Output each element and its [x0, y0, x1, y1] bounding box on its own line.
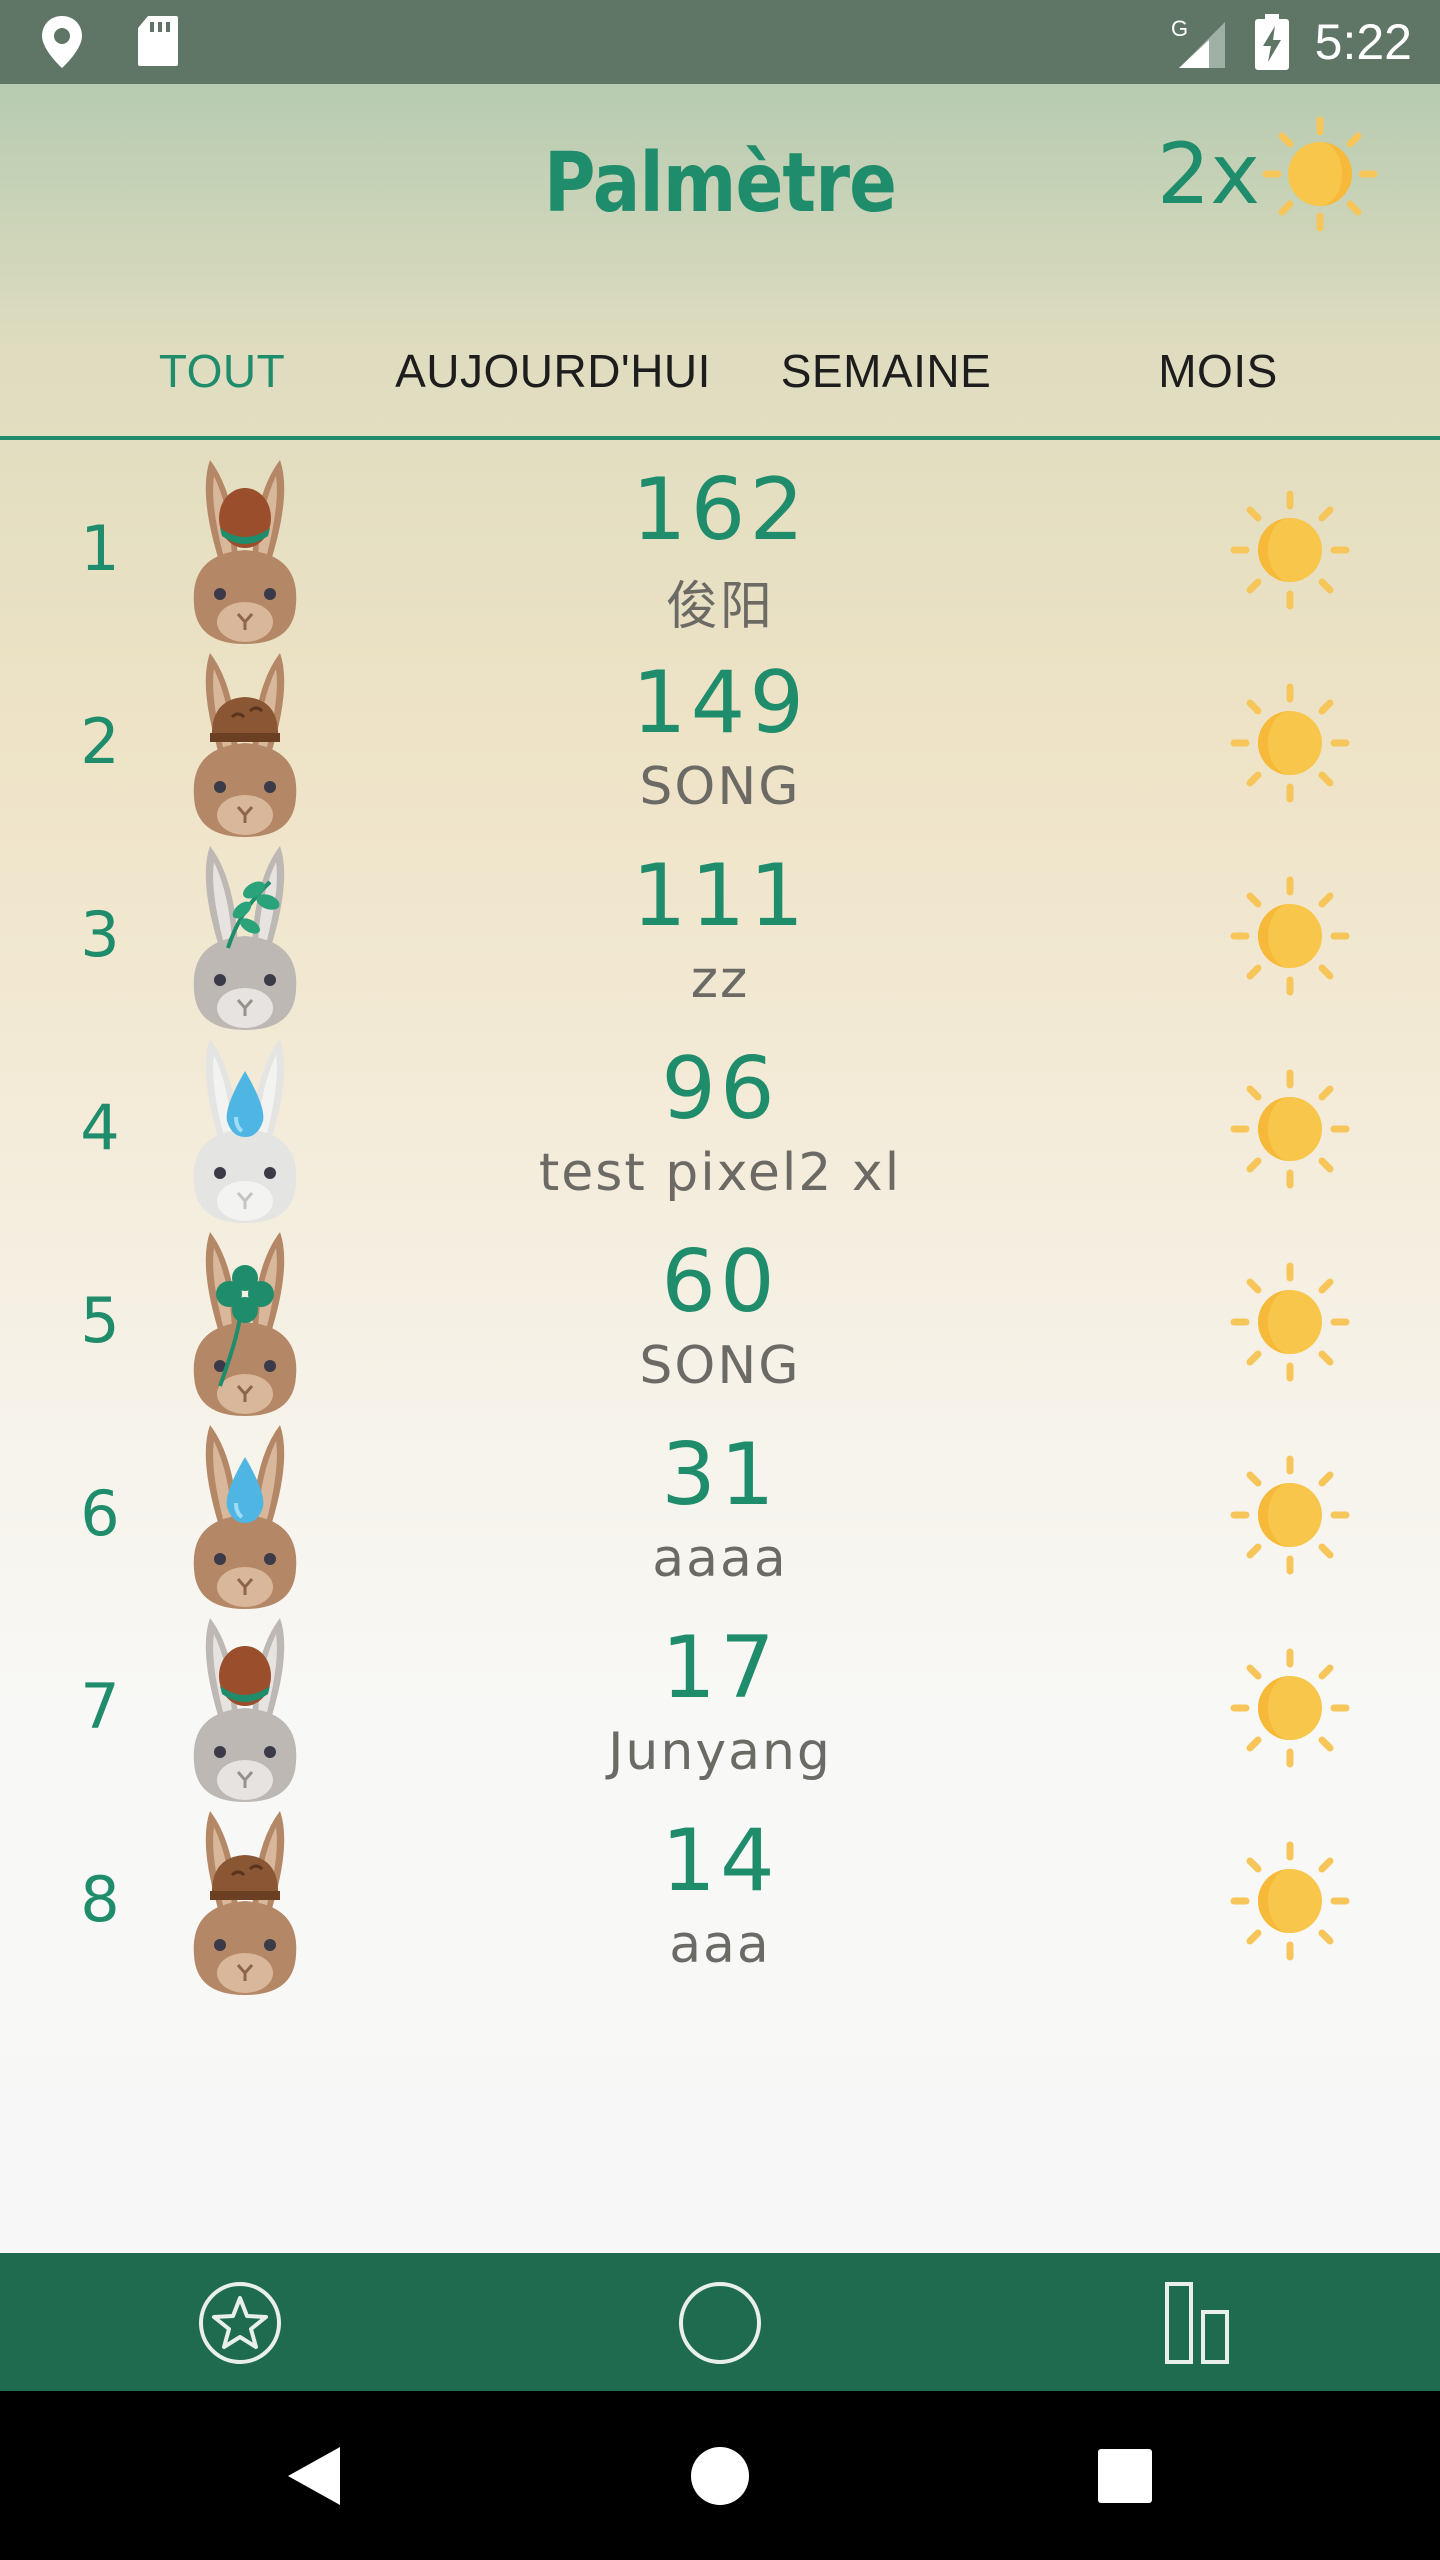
back-button[interactable]	[272, 2433, 358, 2519]
score-value: 149	[631, 653, 809, 753]
battery-charging-icon	[1254, 14, 1289, 70]
player-name: Junyang	[608, 1722, 832, 1782]
leaderboard-row[interactable]: 2 149 SONG	[0, 647, 1440, 840]
player-name: SONG	[639, 1336, 801, 1396]
circle-icon	[679, 2282, 761, 2364]
player-name: 俊阳	[665, 577, 774, 637]
grey-rabbit-leaf-icon	[180, 840, 310, 1033]
rank-number: 8	[80, 1863, 120, 1936]
sun-icon	[1230, 1648, 1350, 1768]
multiplier-value: 2x	[1156, 125, 1260, 223]
multiplier-badge: 2x	[1157, 114, 1380, 234]
nav-stats-button[interactable]	[1157, 2280, 1243, 2366]
sun-icon	[1230, 1069, 1350, 1189]
tab-tout[interactable]: TOUT	[57, 344, 387, 398]
rank-number: 3	[80, 898, 120, 971]
period-tabs: TOUT AUJOURD'HUI SEMAINE MOIS	[0, 314, 1440, 434]
leaderboard-row[interactable]: 6 31 aaaa	[0, 1419, 1440, 1612]
leaderboard-row[interactable]: 7 17 Junyang	[0, 1612, 1440, 1805]
sun-icon	[1230, 876, 1350, 996]
brown-rabbit-acorn-hat-icon	[180, 454, 310, 647]
back-icon	[288, 2447, 340, 2505]
rank-number: 2	[80, 705, 120, 778]
tab-divider	[0, 436, 1440, 440]
nav-home-button[interactable]	[677, 2280, 763, 2366]
status-left-icons	[40, 14, 180, 70]
brown-rabbit-water-drop-icon	[180, 1419, 310, 1612]
signal-icon: G	[1171, 16, 1225, 68]
sun-icon	[1230, 1455, 1350, 1575]
tab-mois[interactable]: MOIS	[1053, 344, 1383, 398]
brown-rabbit-mushroom-hat-icon	[180, 647, 310, 840]
rank-number: 6	[80, 1477, 120, 1550]
leaderboard-row[interactable]: 3 111 zz	[0, 840, 1440, 1033]
player-name: aaaa	[652, 1529, 788, 1589]
recents-button[interactable]	[1082, 2433, 1168, 2519]
nav-star-button[interactable]	[197, 2280, 283, 2366]
leaderboard-row[interactable]: 5 60 SONG	[0, 1226, 1440, 1419]
rank-number: 1	[80, 512, 120, 585]
grey-rabbit-acorn-hat-icon	[180, 1612, 310, 1805]
score-value: 111	[631, 846, 809, 946]
player-name: test pixel2 xl	[538, 1143, 902, 1203]
score-value: 31	[661, 1425, 779, 1525]
home-button[interactable]	[677, 2433, 763, 2519]
brown-rabbit-mushroom-hat-icon	[180, 1805, 310, 1998]
rank-number: 7	[80, 1670, 120, 1743]
bottom-nav	[0, 2253, 1440, 2391]
player-name: SONG	[639, 757, 801, 817]
sun-icon	[1230, 490, 1350, 610]
status-bar: G 5:22	[0, 0, 1440, 84]
tab-semaine[interactable]: SEMAINE	[721, 344, 1051, 398]
sun-icon	[1230, 683, 1350, 803]
player-name: aaa	[669, 1915, 771, 1975]
score-value: 60	[661, 1232, 779, 1332]
status-right-icons: G 5:22	[1169, 0, 1412, 84]
star-badge-icon	[199, 2282, 281, 2364]
rank-number: 5	[80, 1284, 120, 1357]
sun-icon	[1230, 1841, 1350, 1961]
player-name: zz	[690, 950, 750, 1010]
score-value: 17	[661, 1618, 779, 1718]
brown-rabbit-clover-icon	[180, 1226, 310, 1419]
system-nav-bar	[0, 2391, 1440, 2560]
tab-aujourdhui[interactable]: AUJOURD'HUI	[388, 344, 718, 398]
score-value: 14	[661, 1811, 779, 1911]
leaderboard-row[interactable]: 4 96 test pixel2 xl	[0, 1033, 1440, 1226]
bar-chart-icon	[1165, 2282, 1229, 2364]
sun-icon	[1262, 116, 1378, 232]
leaderboard-screen: Palmètre 2x TOUT AUJOURD'HUI SEMAINE MOI…	[0, 84, 1440, 2253]
home-icon	[691, 2447, 749, 2505]
score-value: 162	[631, 460, 809, 560]
leaderboard-row[interactable]: 8 14 aaa	[0, 1805, 1440, 1998]
sun-icon	[1230, 1262, 1350, 1382]
page-title: Palmètre	[543, 136, 897, 231]
recents-icon	[1098, 2449, 1152, 2503]
location-pin-icon	[42, 16, 82, 68]
status-time: 5:22	[1314, 14, 1412, 70]
leaderboard-row[interactable]: 1 162 俊阳	[0, 454, 1440, 647]
network-label: G	[1171, 16, 1188, 41]
rank-number: 4	[80, 1091, 120, 1164]
score-value: 96	[661, 1039, 779, 1139]
white-rabbit-water-drop-icon	[180, 1033, 310, 1226]
sd-card-icon	[138, 16, 178, 66]
